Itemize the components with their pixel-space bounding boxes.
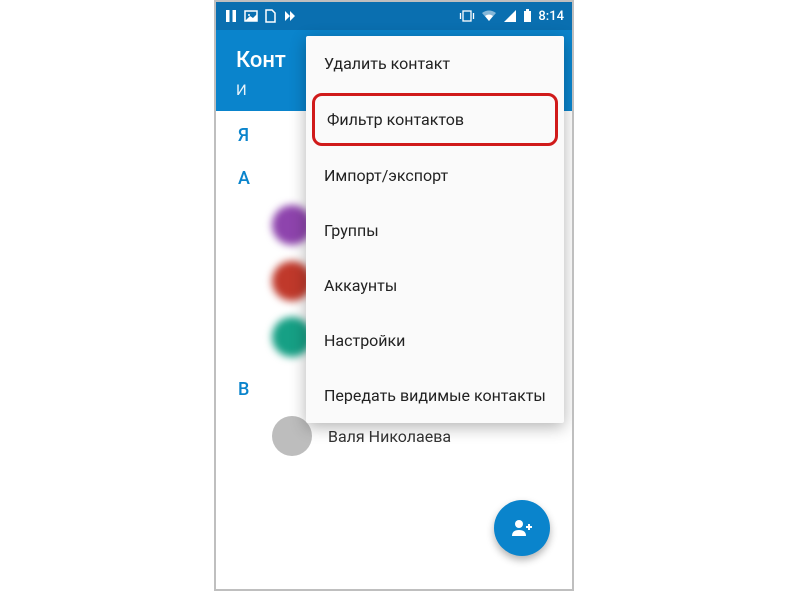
status-bar: 8:14 (216, 2, 572, 30)
wifi-icon (481, 9, 497, 23)
tab-item[interactable]: И (236, 81, 247, 99)
pause-icon (224, 9, 238, 23)
add-contact-icon (510, 516, 534, 540)
menu-item[interactable]: Фильтр контактов (312, 93, 558, 146)
image-icon (244, 9, 258, 23)
battery-icon (523, 9, 532, 23)
status-icons-left (224, 9, 296, 23)
sim-icon (264, 9, 276, 23)
menu-item[interactable]: Группы (306, 203, 564, 258)
menu-item[interactable]: Импорт/экспорт (306, 148, 564, 203)
menu-item[interactable]: Настройки (306, 313, 564, 368)
menu-item[interactable]: Аккаунты (306, 258, 564, 313)
contact-name: Валя Николаева (328, 427, 451, 446)
vibrate-icon (459, 9, 475, 23)
menu-item[interactable]: Удалить контакт (306, 36, 564, 91)
signal-icon (503, 9, 517, 23)
add-contact-fab[interactable] (494, 500, 550, 556)
status-time: 8:14 (538, 9, 564, 24)
play-icon (282, 9, 296, 23)
overflow-menu: Удалить контактФильтр контактовИмпорт/эк… (306, 36, 564, 423)
phone-screen: 8:14 Конт И ЯАВВаля Николаева Удалить ко… (214, 0, 574, 591)
menu-item[interactable]: Передать видимые контакты (306, 368, 564, 423)
status-icons-right: 8:14 (459, 9, 564, 24)
